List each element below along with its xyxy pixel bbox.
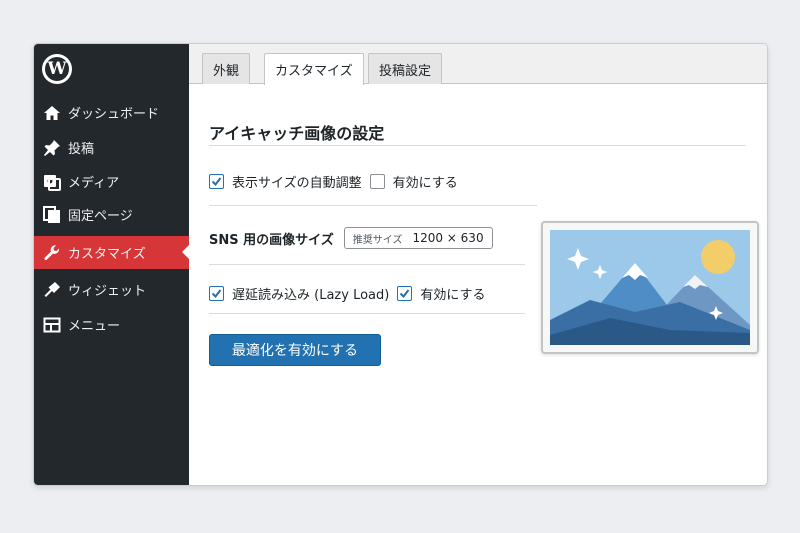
auto-resize-checkbox[interactable]: [209, 174, 224, 189]
menu-icon: [42, 315, 62, 335]
tab-label: 外観: [213, 63, 240, 79]
lazy-load-enable-checkbox[interactable]: [397, 286, 413, 301]
row-divider: [209, 205, 537, 206]
auto-resize-row: 表示サイズの自動調整 有効にする: [209, 172, 458, 191]
landscape-image-icon: [550, 230, 750, 345]
pin-icon: [42, 138, 62, 158]
app-window: W ダッシュボード 投稿 メディア 固定ページ カスタマイズ ウィジェット メニ…: [33, 43, 768, 486]
sns-size-label: SNS 用の画像サイズ: [209, 232, 334, 248]
sidebar-item-menus[interactable]: メニュー: [34, 308, 189, 341]
main-panel: 外観 カスタマイズ 投稿設定 アイキャッチ画像の設定 表示サイズの自動調整 有効…: [189, 44, 767, 485]
media-icon: [42, 172, 62, 192]
tab-bar: 外観 カスタマイズ 投稿設定: [189, 44, 767, 85]
sidebar-item-customize[interactable]: カスタマイズ: [34, 236, 190, 269]
sns-size-field[interactable]: 推奨サイズ 1200 × 630: [343, 227, 493, 249]
sns-size-value: 1200 × 630: [412, 231, 484, 245]
enable-optimization-button[interactable]: 最適化を有効にする: [209, 334, 381, 366]
sidebar-item-label: ウィジェット: [68, 284, 147, 299]
tab-customize[interactable]: カスタマイズ: [264, 53, 364, 85]
sidebar-item-posts[interactable]: 投稿: [34, 131, 189, 164]
sidebar-item-label: 固定ページ: [68, 209, 133, 224]
section-title: アイキャッチ画像の設定: [209, 124, 385, 143]
sidebar-item-widgets[interactable]: ウィジェット: [34, 273, 189, 306]
tab-label: カスタマイズ: [275, 64, 353, 79]
home-icon: [42, 103, 62, 123]
wordpress-logo-icon[interactable]: W: [42, 54, 72, 84]
wrench-icon: [42, 243, 62, 263]
row-divider: [209, 313, 525, 314]
sidebar-item-media[interactable]: メディア: [34, 165, 189, 198]
widgets-icon: [42, 280, 62, 300]
sidebar-item-label: カスタマイズ: [68, 247, 146, 262]
tab-appearance[interactable]: 外観: [202, 53, 251, 84]
sidebar-item-dashboard[interactable]: ダッシュボード: [34, 96, 189, 129]
sidebar-item-label: メニュー: [68, 319, 121, 334]
sidebar-item-label: メディア: [68, 176, 120, 191]
tab-post-settings[interactable]: 投稿設定: [368, 53, 443, 84]
lazy-load-checkbox[interactable]: [209, 286, 224, 301]
auto-resize-enable-label: 有効にする: [392, 176, 458, 191]
auto-resize-enable-checkbox[interactable]: [369, 174, 385, 189]
lazy-load-label: 遅延読み込み (Lazy Load): [232, 288, 390, 303]
featured-image-preview: [541, 221, 759, 354]
admin-sidebar: W ダッシュボード 投稿 メディア 固定ページ カスタマイズ ウィジェット メニ…: [34, 44, 190, 485]
sidebar-item-label: ダッシュボード: [68, 107, 160, 122]
sns-size-row: SNS 用の画像サイズ 推奨サイズ 1200 × 630: [209, 227, 493, 249]
sns-size-hint: 推奨サイズ: [352, 234, 403, 246]
sidebar-item-label: 投稿: [68, 142, 95, 157]
wordpress-logo-mark: W: [45, 57, 69, 81]
auto-resize-label: 表示サイズの自動調整: [232, 176, 362, 191]
pages-icon: [42, 205, 62, 225]
sidebar-item-pages[interactable]: 固定ページ: [34, 198, 189, 231]
tab-label: 投稿設定: [379, 63, 432, 79]
lazy-load-enable-label: 有効にする: [420, 288, 486, 303]
row-divider: [209, 264, 525, 265]
title-divider: [209, 145, 746, 146]
lazy-load-row: 遅延読み込み (Lazy Load) 有効にする: [209, 284, 485, 303]
